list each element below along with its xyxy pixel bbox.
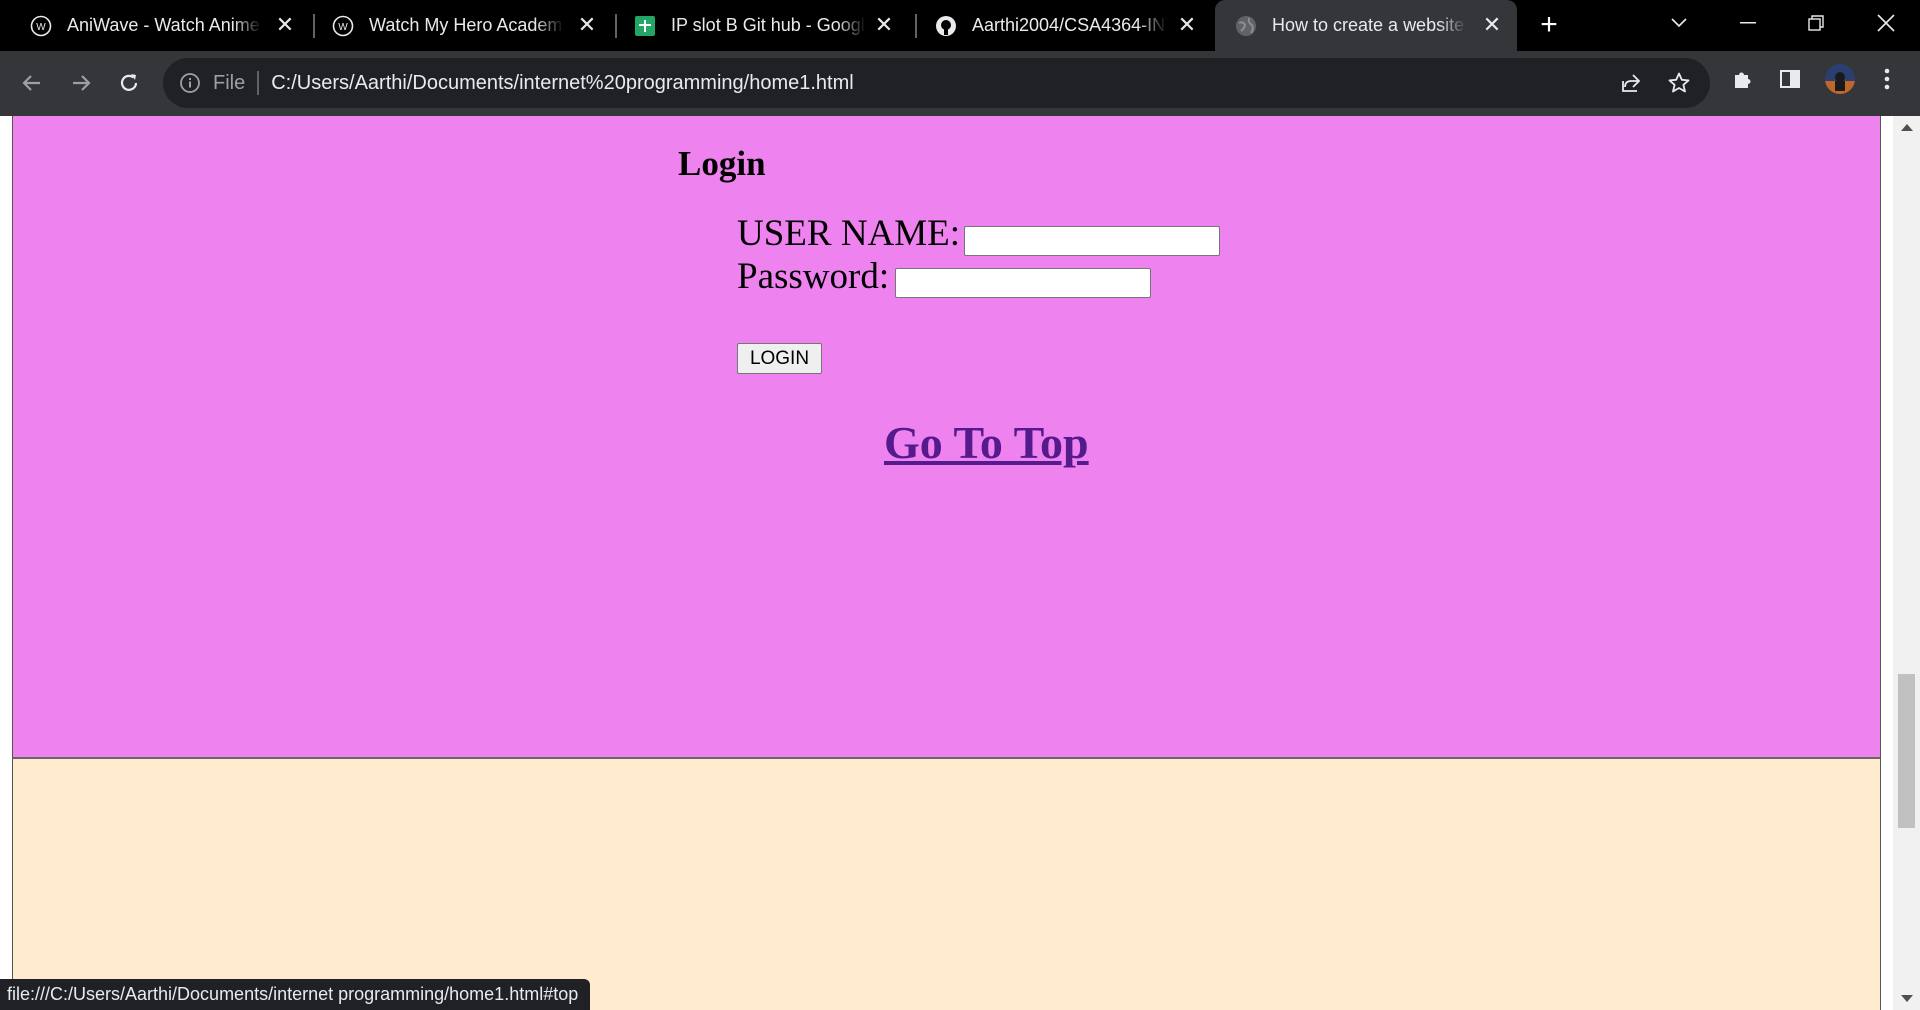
restore-icon: [1808, 14, 1824, 31]
arrow-right-icon: [73, 75, 91, 91]
tab-how-to-create-website[interactable]: How to create a website ✕: [1215, 0, 1517, 51]
side-panel-icon[interactable]: [1776, 65, 1804, 93]
close-tab-icon[interactable]: ✕: [576, 14, 598, 36]
svg-text:W: W: [36, 22, 46, 33]
username-input[interactable]: [964, 226, 1220, 256]
extensions-puzzle-icon[interactable]: [1729, 65, 1757, 93]
tab-title: Watch My Hero Academia: [369, 15, 564, 35]
login-heading: Login: [678, 144, 766, 183]
restore-button[interactable]: [1785, 0, 1847, 45]
minimize-button[interactable]: [1717, 0, 1779, 45]
sheets-icon: [634, 15, 656, 37]
omnibox-divider: [257, 71, 260, 95]
scroll-down-arrow-icon[interactable]: [1901, 995, 1913, 1002]
browser-toolbar: File C:/Users/Aarthi/Documents/internet%…: [0, 51, 1920, 116]
login-section: Login USER NAME: Password: LOGIN Go To T…: [12, 116, 1881, 759]
url-text[interactable]: C:/Users/Aarthi/Documents/internet%20pro…: [271, 72, 853, 95]
vertical-scrollbar[interactable]: [1893, 116, 1920, 1010]
new-tab-button[interactable]: +: [1535, 10, 1563, 40]
close-tab-icon[interactable]: ✕: [1481, 14, 1503, 36]
tab-strip: W AniWave - Watch Anime Online ✕ W Watch…: [0, 0, 1920, 51]
scroll-up-arrow-icon[interactable]: [1901, 124, 1913, 131]
tab-search-button[interactable]: [1648, 0, 1710, 45]
kebab-menu-icon[interactable]: [1873, 65, 1901, 93]
chevron-down-icon: [1671, 17, 1687, 27]
bookmark-star-icon[interactable]: [1666, 70, 1692, 96]
scrollbar-thumb[interactable]: [1898, 674, 1915, 828]
page-viewport: Login USER NAME: Password: LOGIN Go To T…: [0, 116, 1920, 1010]
go-to-top-link[interactable]: Go To Top: [884, 416, 1089, 469]
minimize-icon: [1740, 21, 1756, 23]
back-button[interactable]: [14, 65, 50, 101]
reload-icon: [120, 74, 138, 91]
close-window-button[interactable]: [1855, 0, 1917, 45]
info-icon[interactable]: [179, 72, 201, 94]
close-tab-icon[interactable]: ✕: [274, 14, 296, 36]
next-section: [12, 759, 1881, 1010]
tab-google-sheets[interactable]: IP slot B Git hub - Google Sheets ✕: [604, 0, 909, 51]
close-tab-icon[interactable]: ✕: [873, 14, 895, 36]
file-scheme-label: File: [213, 71, 246, 94]
github-icon: [935, 15, 957, 37]
tab-github[interactable]: Aarthi2004/CSA4364-INTERNET ✕: [905, 0, 1212, 51]
tab-my-hero-academia[interactable]: W Watch My Hero Academia ✕: [302, 0, 612, 51]
reload-button[interactable]: [111, 65, 147, 101]
close-tab-icon[interactable]: ✕: [1176, 14, 1198, 36]
arrow-left-icon: [22, 75, 40, 91]
username-label: USER NAME:: [737, 213, 961, 254]
status-bar-link-preview: file:///C:/Users/Aarthi/Documents/intern…: [0, 979, 591, 1010]
tab-aniwave[interactable]: W AniWave - Watch Anime Online ✕: [0, 0, 310, 51]
aniwave-icon: W: [332, 15, 354, 37]
profile-avatar[interactable]: [1824, 63, 1856, 95]
svg-text:W: W: [338, 22, 348, 33]
password-input[interactable]: [895, 268, 1151, 298]
close-icon: [1877, 13, 1895, 32]
tab-title: How to create a website: [1272, 15, 1465, 35]
password-label: Password:: [737, 256, 890, 297]
share-icon[interactable]: [1618, 70, 1644, 96]
tab-title: Aarthi2004/CSA4364-INTERNET: [972, 15, 1167, 35]
aniwave-icon: W: [30, 15, 52, 37]
tab-title: IP slot B Git hub - Google Sheets: [671, 15, 866, 35]
address-bar[interactable]: File C:/Users/Aarthi/Documents/internet%…: [163, 58, 1710, 108]
tab-title: AniWave - Watch Anime Online: [67, 15, 262, 35]
globe-icon: [1235, 15, 1257, 37]
forward-button[interactable]: [63, 65, 99, 101]
login-button[interactable]: LOGIN: [737, 343, 822, 374]
